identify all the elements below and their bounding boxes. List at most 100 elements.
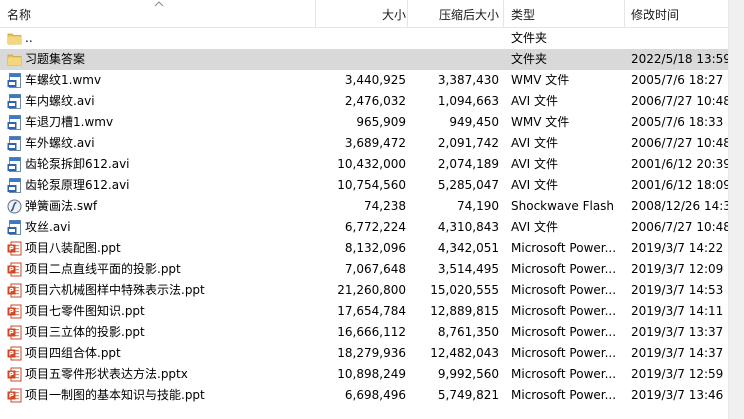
file-row[interactable]: 车外螺纹.avi 3,689,472 2,091,742 AVI 文件 2006/7/2… [0,133,728,154]
file-size: 18,279,936 [337,346,406,360]
file-name: 齿轮泵原理612.avi [25,178,130,192]
file-name: 项目八装配图.ppt [25,241,121,255]
file-row[interactable]: 弹簧画法.swf 74,238 74,190 Shockwave Flash 2008/… [0,196,728,217]
file-compressed-size: 15,020,555 [430,283,499,297]
file-row[interactable]: 项目五零件形状表达方法.pptx 10,898,249 9,992,560 Micro… [0,364,728,385]
file-type: Shockwave Flash [511,199,615,213]
file-name: .. [25,31,33,45]
file-compressed-size: 74,190 [457,199,499,213]
ppt-file-icon [7,325,22,340]
file-name: 项目六机械图样中特殊表示法.ppt [25,283,205,297]
column-header-name[interactable]: 名称 [7,0,307,27]
ppt-file-icon [7,304,22,319]
file-modified-time: 2001/6/12 18:09 [631,178,728,192]
video-file-icon [7,73,22,88]
file-size: 74,238 [364,199,406,213]
folder-row[interactable]: 习题集答案 文件夹 2022/5/18 13:59 [0,49,728,70]
file-compressed-size: 4,310,843 [437,220,499,234]
ppt-file-icon [7,283,22,298]
column-header-size[interactable]: 大小 [315,0,406,27]
file-size: 965,909 [356,115,406,129]
file-compressed-size [406,49,499,70]
video-file-icon [7,115,22,130]
folder-up-icon [7,31,22,46]
file-size: 6,772,224 [344,220,406,234]
file-type: Microsoft Power... [511,241,617,255]
file-type: Microsoft Power... [511,283,617,297]
column-divider[interactable] [503,0,504,27]
file-modified-time: 2019/3/7 12:59 [631,367,724,381]
file-size: 17,654,784 [337,304,406,318]
video-file-icon [7,136,22,151]
file-name: 项目二点直线平面的投影.ppt [25,262,181,276]
file-compressed-size: 5,749,821 [437,388,499,402]
video-file-icon [7,157,22,172]
file-modified-time: 2019/3/7 14:53 [631,283,724,297]
ppt-file-icon [7,241,22,256]
file-size: 10,898,249 [337,367,406,381]
file-modified-time: 2019/3/7 13:37 [631,325,724,339]
file-name: 项目七零件图知识.ppt [25,304,145,318]
vertical-scrollbar[interactable] [728,0,744,419]
video-file-icon [7,178,22,193]
file-row[interactable]: 齿轮泵原理612.avi 10,754,560 5,285,047 AVI 文件 200… [0,175,728,196]
file-type: Microsoft Power... [511,367,617,381]
file-type: Microsoft Power... [511,262,617,276]
file-name: 车退刀槽1.wmv [25,115,114,129]
file-type: AVI 文件 [511,136,559,150]
file-row[interactable]: 项目八装配图.ppt 8,132,096 4,342,051 Microsoft Po… [0,238,728,259]
file-row[interactable]: 齿轮泵拆卸612.avi 10,432,000 2,074,189 AVI 文件 200… [0,154,728,175]
file-name: 车内螺纹.avi [25,94,95,108]
file-size [315,49,406,70]
file-modified-time: 2005/7/6 18:27 [631,73,724,87]
file-name: 习题集答案 [25,52,86,66]
file-compressed-size [406,28,499,49]
file-modified-time: 2019/3/7 14:37 [631,346,724,360]
file-modified-time: 2005/7/6 18:33 [631,115,724,129]
file-modified-time: 2019/3/7 12:09 [631,262,724,276]
file-modified-time: 2001/6/12 20:39 [631,157,728,171]
file-type: WMV 文件 [511,73,570,87]
column-header-compressed-size[interactable]: 压缩后大小 [407,0,499,27]
file-name: 车螺纹1.wmv [25,73,102,87]
file-type: Microsoft Power... [511,346,617,360]
column-divider[interactable] [624,0,625,27]
file-modified-time: 2006/7/27 10:48 [631,220,728,234]
file-type: Microsoft Power... [511,304,617,318]
file-list: 名称 大小 压缩后大小 类型 修改时间 .. 文件夹 习题集答案 文件夹 2022/5/… [0,0,728,419]
file-modified-time: 2006/7/27 10:48 [631,94,728,108]
file-size: 7,067,648 [344,262,406,276]
file-row[interactable]: 项目四组合体.ppt 18,279,936 12,482,043 Microsoft … [0,343,728,364]
file-name: 项目四组合体.ppt [25,346,121,360]
file-row[interactable]: 项目六机械图样中特殊表示法.ppt 21,260,800 15,020,555 Mic… [0,280,728,301]
file-name: 弹簧画法.swf [25,199,98,213]
column-header-modified[interactable]: 修改时间 [631,0,728,27]
file-compressed-size: 3,387,430 [437,73,499,87]
file-compressed-size: 4,342,051 [437,241,499,255]
file-row[interactable]: 项目一制图的基本知识与技能.ppt 6,698,496 5,749,821 Micro… [0,385,728,406]
file-type: AVI 文件 [511,220,559,234]
file-compressed-size: 12,482,043 [430,346,499,360]
file-row[interactable]: 车内螺纹.avi 2,476,032 1,094,663 AVI 文件 2006/7/2… [0,91,728,112]
file-name: 项目三立体的投影.ppt [25,325,145,339]
file-row[interactable]: 车退刀槽1.wmv 965,909 949,450 WMV 文件 2005/7/6 18… [0,112,728,133]
file-compressed-size: 2,091,742 [437,136,499,150]
file-row[interactable]: 项目三立体的投影.ppt 16,666,112 8,761,350 Microsoft… [0,322,728,343]
file-row[interactable]: 项目二点直线平面的投影.ppt 7,067,648 3,514,495 Microso… [0,259,728,280]
folder-row[interactable]: .. 文件夹 [0,28,728,49]
file-type: Microsoft Power... [511,325,617,339]
file-compressed-size: 1,094,663 [437,94,499,108]
file-modified-time: 2006/7/27 10:48 [631,136,728,150]
file-row[interactable]: 车螺纹1.wmv 3,440,925 3,387,430 WMV 文件 2005/7/6… [0,70,728,91]
file-size [315,28,406,49]
file-size: 8,132,096 [344,241,406,255]
file-name: 攻丝.avi [25,220,71,234]
file-modified-time: 2019/3/7 14:11 [631,304,724,318]
file-row[interactable]: 项目七零件图知识.ppt 17,654,784 12,889,815 Microsof… [0,301,728,322]
file-type: 文件夹 [511,52,548,66]
file-size: 6,698,496 [344,388,406,402]
file-row[interactable]: 攻丝.avi 6,772,224 4,310,843 AVI 文件 2006/7/27 … [0,217,728,238]
ppt-file-icon [7,388,22,403]
flash-file-icon [7,199,22,214]
column-header-type[interactable]: 类型 [511,0,621,27]
